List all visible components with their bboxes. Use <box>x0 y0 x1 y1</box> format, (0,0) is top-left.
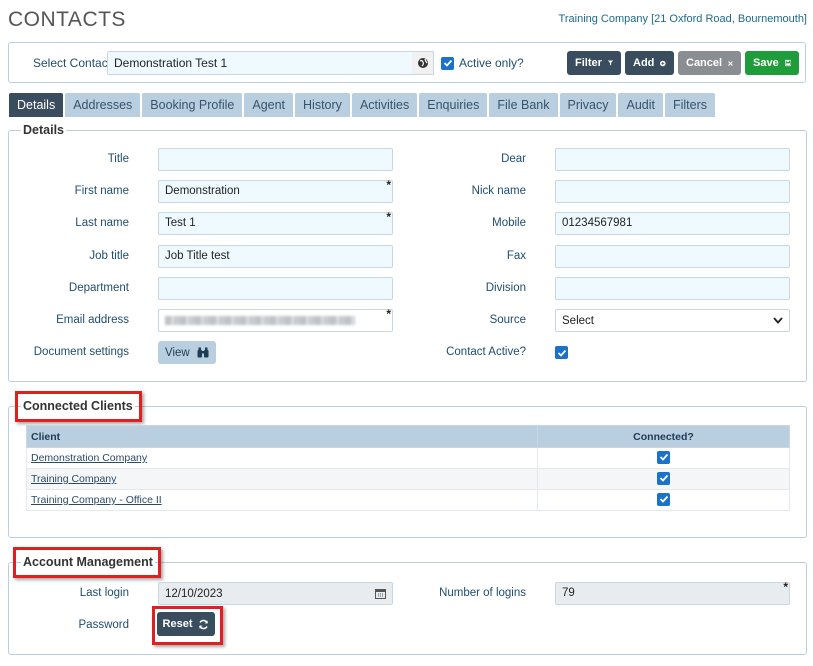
active-only-checkbox[interactable] <box>441 56 454 70</box>
active-only-label: Active only? <box>459 56 524 70</box>
title-label: Title <box>107 153 129 165</box>
connected-checkbox[interactable] <box>657 471 670 485</box>
client-link[interactable]: Training Company - Office II <box>31 494 162 506</box>
nick-name-label: Nick name <box>471 185 526 197</box>
tab-addresses[interactable]: Addresses <box>65 93 141 117</box>
source-label: Source <box>489 314 526 326</box>
client-link[interactable]: Demonstration Company <box>31 452 147 464</box>
dear-field[interactable] <box>555 148 790 171</box>
reset-password-button[interactable]: Reset <box>157 612 215 636</box>
division-label: Division <box>485 282 526 294</box>
tab-booking-profile[interactable]: Booking Profile <box>142 93 243 117</box>
last-login-label: Last login <box>79 587 129 599</box>
select-contact-label: Select Contact <box>33 56 112 70</box>
redacted-email <box>165 316 355 325</box>
number-of-logins-field: 79 * <box>555 580 790 605</box>
last-name-field[interactable]: Test 1 * <box>158 210 393 235</box>
save-button[interactable]: Save <box>745 51 799 75</box>
floppy-icon <box>784 59 791 67</box>
tab-filters[interactable]: Filters <box>664 93 716 117</box>
refresh-icon <box>199 619 209 629</box>
reset-label: Reset <box>162 618 193 630</box>
close-icon <box>728 60 733 66</box>
last-name-value: Test 1 <box>165 217 196 229</box>
filter-label: Filter <box>575 57 602 69</box>
job-title-field[interactable]: Job Title test <box>158 245 393 268</box>
first-name-label: First name <box>74 185 129 197</box>
active-only-toggle[interactable]: Active only? <box>441 56 524 70</box>
contact-select-input[interactable]: Demonstration Test 1 <box>107 51 413 75</box>
cancel-button[interactable]: Cancel <box>678 51 741 75</box>
title-field[interactable] <box>158 148 393 171</box>
number-of-logins-label: Number of logins <box>439 587 526 599</box>
column-header-client[interactable]: Client <box>26 425 538 448</box>
number-of-logins-value: 79 <box>562 587 575 599</box>
table-row: Training Company - Office II <box>26 489 790 511</box>
first-name-value: Demonstration <box>165 185 240 197</box>
column-header-connected[interactable]: Connected? <box>537 425 790 448</box>
binoculars-icon <box>197 347 209 358</box>
last-login-field: 12/10/2023 <box>158 582 393 605</box>
email-field[interactable]: * <box>158 307 393 332</box>
globe-icon[interactable] <box>412 51 434 75</box>
source-select[interactable]: Select <box>555 309 790 332</box>
tab-file-bank[interactable]: File Bank <box>489 93 558 117</box>
required-marker: * <box>386 307 391 321</box>
job-title-label: Job title <box>89 250 129 262</box>
tab-history[interactable]: History <box>295 93 350 117</box>
password-label: Password <box>78 619 130 631</box>
mobile-field[interactable]: 01234567981 <box>555 212 790 235</box>
tab-enquiries[interactable]: Enquiries <box>419 93 488 117</box>
view-button[interactable]: View <box>158 341 216 364</box>
required-marker: * <box>783 580 788 594</box>
last-name-label: Last name <box>75 217 129 229</box>
table-row: Training Company <box>26 468 790 490</box>
email-label: Email address <box>56 314 129 326</box>
required-marker: * <box>386 210 391 224</box>
last-login-value: 12/10/2023 <box>165 587 223 600</box>
source-value: Select <box>562 314 594 327</box>
highlight-box <box>15 391 142 422</box>
dear-label: Dear <box>501 153 526 165</box>
filter-button[interactable]: Filter <box>567 51 621 75</box>
tab-bar: Details Addresses Booking Profile Agent … <box>9 93 716 117</box>
client-link[interactable]: Training Company <box>31 473 116 485</box>
details-legend: Details <box>23 123 64 137</box>
contact-toolbar: Select Contact Demonstration Test 1 Acti… <box>8 42 806 83</box>
page-title: CONTACTS <box>8 8 126 31</box>
funnel-icon <box>607 60 613 66</box>
mobile-label: Mobile <box>492 217 526 229</box>
fax-label: Fax <box>506 250 526 262</box>
nick-name-field[interactable] <box>555 180 790 203</box>
table-row: Demonstration Company <box>26 447 790 469</box>
tab-privacy[interactable]: Privacy <box>559 93 617 117</box>
tab-activities[interactable]: Activities <box>351 93 418 117</box>
chevron-down-icon <box>773 317 783 324</box>
fax-field[interactable] <box>555 245 790 268</box>
first-name-field[interactable]: Demonstration * <box>158 178 393 203</box>
connected-checkbox[interactable] <box>657 492 670 506</box>
add-button[interactable]: Add <box>625 51 674 75</box>
save-label: Save <box>753 57 779 69</box>
add-label: Add <box>633 57 655 69</box>
tab-audit[interactable]: Audit <box>618 93 663 117</box>
department-field[interactable] <box>158 277 393 300</box>
division-field[interactable] <box>555 277 790 300</box>
connected-checkbox[interactable] <box>657 450 670 464</box>
calendar-icon[interactable] <box>375 588 386 599</box>
tab-details[interactable]: Details <box>9 93 64 117</box>
plus-circle-icon <box>660 60 666 66</box>
department-label: Department <box>68 282 129 294</box>
required-marker: * <box>386 178 391 192</box>
document-settings-label: Document settings <box>33 346 129 358</box>
contact-active-checkbox[interactable] <box>555 346 568 359</box>
cancel-label: Cancel <box>686 57 723 69</box>
company-link[interactable]: Training Company [21 Oxford Road, Bourne… <box>559 13 807 25</box>
highlight-box <box>13 547 161 578</box>
view-label: View <box>165 346 190 359</box>
contact-active-label: Contact Active? <box>446 346 526 358</box>
tab-agent[interactable]: Agent <box>244 93 294 117</box>
connected-clients-table: Client Connected? Demonstration Company … <box>26 425 790 511</box>
